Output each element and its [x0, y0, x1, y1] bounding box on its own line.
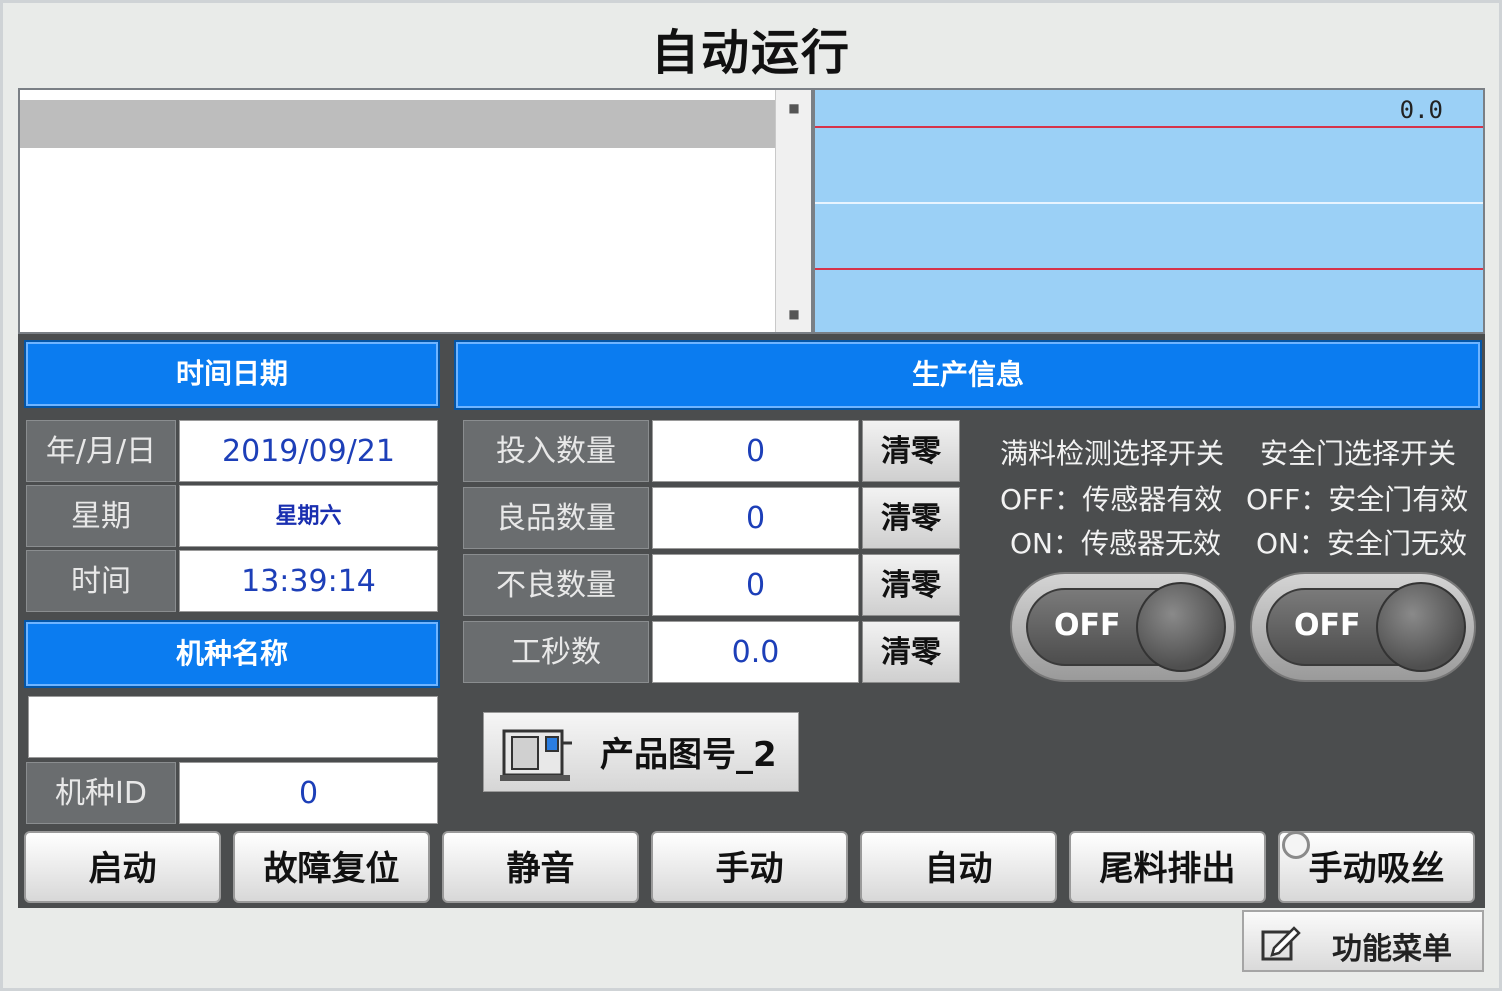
tail-discharge-button[interactable]: 尾料排出	[1069, 831, 1266, 903]
safety-door-toggle-knob[interactable]	[1376, 582, 1466, 672]
defect-count-label: 不良数量	[463, 554, 649, 616]
alarm-list-selected-row[interactable]	[20, 100, 775, 148]
mute-button[interactable]: 静音	[442, 831, 639, 903]
full-detect-on-desc: ON：传感器无效	[1010, 527, 1221, 560]
function-menu-button[interactable]: 功能菜单	[1242, 910, 1484, 972]
full-detect-toggle-state: OFF	[1054, 608, 1121, 643]
clear-defect-count-button[interactable]: 清零	[862, 554, 960, 616]
safety-door-toggle-track: OFF	[1266, 582, 1466, 672]
full-detect-off-desc: OFF：传感器有效	[1000, 483, 1223, 516]
full-detect-switch-title: 满料检测选择开关	[1000, 437, 1225, 470]
time-value: 13:39:14	[179, 550, 438, 612]
trend-grid-line	[815, 202, 1483, 204]
scroll-up-arrow-icon[interactable]: ■	[776, 90, 812, 126]
alarm-list[interactable]: ■ ■	[18, 88, 813, 334]
product-drawing-label: 产品图号_2	[600, 735, 777, 775]
cycle-time-label: 工秒数	[463, 621, 649, 683]
safety-door-on-desc: ON：安全门无效	[1256, 527, 1467, 560]
clear-cycle-time-button[interactable]: 清零	[862, 621, 960, 683]
input-count-label: 投入数量	[463, 420, 649, 482]
clear-good-count-button[interactable]: 清零	[862, 487, 960, 549]
full-detect-toggle-track: OFF	[1026, 582, 1226, 672]
safety-door-switch-title: 安全门选择开关	[1260, 437, 1457, 470]
cycle-time-value: 0.0	[652, 621, 859, 683]
good-count-value: 0	[652, 487, 859, 549]
date-label: 年/月/日	[26, 420, 176, 482]
date-value: 2019/09/21	[179, 420, 438, 482]
weekday-value: 星期六	[179, 485, 438, 547]
safety-door-toggle-state: OFF	[1294, 608, 1361, 643]
trend-lower-limit-line	[815, 268, 1483, 270]
auto-button[interactable]: 自动	[860, 831, 1057, 903]
machine-icon	[500, 729, 572, 781]
datetime-header: 时间日期	[24, 340, 440, 408]
weekday-label: 星期	[26, 485, 176, 547]
page-title: 自动运行	[650, 25, 851, 81]
model-name-header: 机种名称	[24, 620, 440, 688]
safety-door-toggle[interactable]: OFF	[1250, 572, 1476, 682]
good-count-label: 良品数量	[463, 487, 649, 549]
model-id-label: 机种ID	[26, 762, 176, 824]
clear-input-count-button[interactable]: 清零	[862, 420, 960, 482]
production-info-header: 生产信息	[454, 340, 1482, 410]
input-count-value: 0	[652, 420, 859, 482]
alarm-list-scrollbar[interactable]: ■ ■	[775, 90, 811, 332]
defect-count-value: 0	[652, 554, 859, 616]
indicator-lamp-icon	[1282, 831, 1310, 859]
fault-reset-button[interactable]: 故障复位	[233, 831, 430, 903]
function-menu-label: 功能菜单	[1332, 932, 1452, 967]
start-button[interactable]: 启动	[24, 831, 221, 903]
trend-graph: 0.0	[813, 88, 1485, 334]
product-drawing-button[interactable]: 产品图号_2	[483, 712, 799, 792]
scroll-down-arrow-icon[interactable]: ■	[776, 296, 812, 332]
model-id-value[interactable]: 0	[179, 762, 438, 824]
trend-upper-limit-line	[815, 126, 1483, 128]
edit-icon	[1261, 926, 1301, 961]
model-name-input[interactable]	[28, 696, 438, 758]
full-detect-toggle-knob[interactable]	[1136, 582, 1226, 672]
trend-value-readout: 0.0	[1399, 96, 1443, 124]
full-detect-toggle[interactable]: OFF	[1010, 572, 1236, 682]
time-label: 时间	[26, 550, 176, 612]
safety-door-off-desc: OFF：安全门有效	[1246, 483, 1469, 516]
manual-button[interactable]: 手动	[651, 831, 848, 903]
